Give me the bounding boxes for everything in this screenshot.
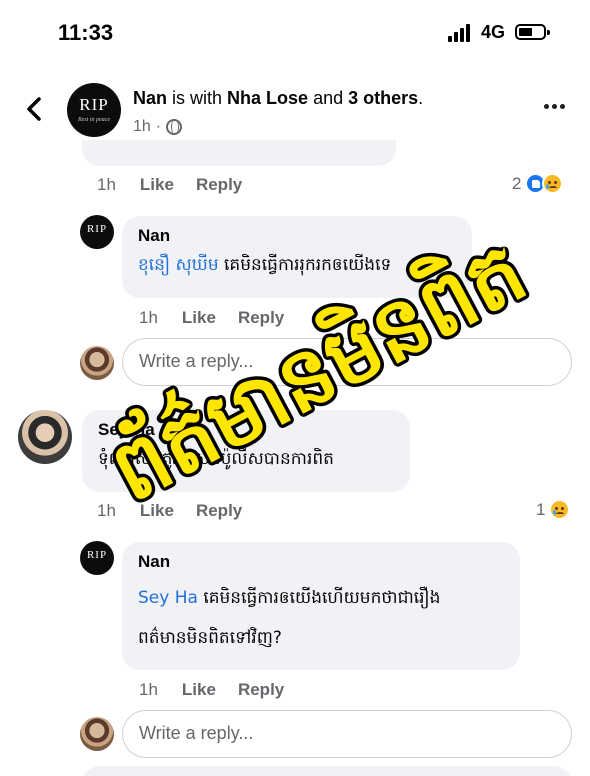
reaction-summary[interactable]: 2 xyxy=(512,173,564,194)
post-time[interactable]: 1h xyxy=(133,118,151,136)
comment-actions: 1h Like Reply xyxy=(139,680,285,700)
post-header-title: Nan is with Nha Lose and 3 others. xyxy=(133,88,424,108)
previous-comment-bubble xyxy=(82,140,396,166)
mention-link[interactable]: Sey Ha xyxy=(138,588,198,608)
comment-text: Sey Ha គេមិនធ្វើការឲយើងហើយមកថាជារឿង ពត៌មា… xyxy=(138,588,441,648)
comment-text: ខុនឿ សុឃីម គេមិនធ្វើការរុករកឲយើងទេ xyxy=(138,255,392,275)
more-options-icon[interactable] xyxy=(544,104,565,109)
comment-bubble: Nan ខុនឿ សុឃីម គេមិនធ្វើការរុករកឲយើងទេ xyxy=(122,216,472,298)
status-time: 11:33 xyxy=(58,20,114,45)
reply-input[interactable]: Write a reply... xyxy=(122,710,572,758)
mention-link[interactable]: ខុនឿ សុឃីម xyxy=(138,255,219,275)
tagged-user[interactable]: Nha Lose xyxy=(227,88,308,108)
comment-author[interactable]: Nan xyxy=(138,226,456,246)
reply-button[interactable]: Reply xyxy=(238,680,284,700)
comment-actions: 1h Like Reply xyxy=(139,308,285,328)
commenter-avatar[interactable]: RIP xyxy=(80,541,114,575)
commenter-avatar[interactable]: RIP xyxy=(80,215,114,249)
current-user-avatar xyxy=(80,717,114,751)
comment-bubble: Nan Sey Ha គេមិនធ្វើការឲយើងហើយមកថាជារឿងព… xyxy=(122,542,520,670)
author-name[interactable]: Nan xyxy=(133,88,167,108)
like-button[interactable]: Like xyxy=(182,308,216,328)
like-button[interactable]: Like xyxy=(182,680,216,700)
current-user-avatar xyxy=(80,346,114,380)
next-comment-bubble xyxy=(82,766,572,776)
comment-text: ទុំណាស់ ត្រូវគ្រួសារប៉ូលីសបានការពិត xyxy=(98,449,334,469)
reply-button[interactable]: Reply xyxy=(196,175,242,195)
reply-button[interactable]: Reply xyxy=(196,501,242,521)
sad-reaction-icon xyxy=(549,499,571,520)
author-avatar[interactable]: RIP Rest in peace xyxy=(67,83,121,137)
post-meta: 1h · xyxy=(133,118,183,136)
comment-actions: 1h Like Reply xyxy=(97,501,243,521)
comment-actions: 1h Like Reply xyxy=(97,175,243,195)
comment-author[interactable]: Sey Ha xyxy=(98,420,394,440)
status-bar: 11:33 4G xyxy=(0,0,590,70)
battery-icon xyxy=(515,24,550,40)
like-button[interactable]: Like xyxy=(140,175,174,195)
reply-button[interactable]: Reply xyxy=(238,308,284,328)
sad-reaction-icon xyxy=(542,173,564,194)
back-arrow-icon[interactable] xyxy=(24,96,44,122)
others-link[interactable]: 3 others xyxy=(348,88,418,108)
commenter-avatar[interactable] xyxy=(18,410,72,464)
reply-input[interactable]: Write a reply... xyxy=(122,338,572,386)
signal-icon xyxy=(448,24,474,42)
like-button[interactable]: Like xyxy=(140,501,174,521)
reaction-summary[interactable]: 1 xyxy=(536,499,571,520)
network-label: 4G xyxy=(481,22,506,42)
comment-bubble: Sey Ha ទុំណាស់ ត្រូវគ្រួសារប៉ូលីសបានការព… xyxy=(82,410,410,492)
globe-icon xyxy=(166,119,183,135)
comment-author[interactable]: Nan xyxy=(138,552,504,572)
